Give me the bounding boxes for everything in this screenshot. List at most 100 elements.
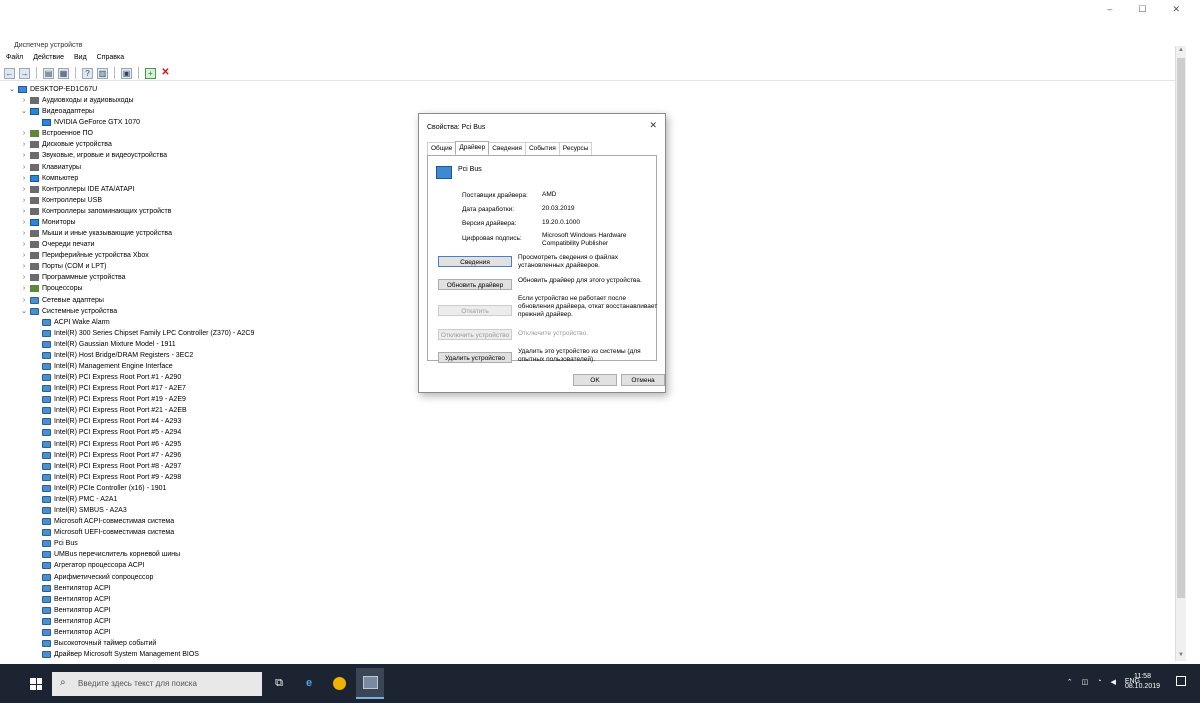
system-device-icon	[42, 374, 51, 382]
chevron-right-icon[interactable]: ›	[20, 295, 28, 306]
chevron-down-icon[interactable]: ⌄	[20, 306, 28, 317]
device-manager-taskbar-button[interactable]	[356, 668, 384, 699]
properties-icon[interactable]: ▦	[58, 67, 69, 79]
chevron-right-icon[interactable]: ›	[20, 128, 28, 139]
chevron-right-icon[interactable]: ›	[20, 283, 28, 294]
chevron-right-icon[interactable]: ›	[20, 239, 28, 250]
tree-item-label: Intel(R) PCI Express Root Port #7 - A296	[54, 451, 182, 459]
tab-details[interactable]: Сведения	[488, 142, 526, 155]
menu-file[interactable]: Файл	[6, 54, 23, 61]
close-button[interactable]: ✕	[1172, 4, 1180, 15]
tab-resources[interactable]: Ресурсы	[558, 142, 593, 155]
system-device-icon	[42, 529, 51, 537]
tree-item-label: Microsoft ACPI-совместимая система	[54, 518, 175, 526]
windows-start-icon[interactable]	[30, 678, 42, 690]
uninstall-device-button[interactable]: Удалить устройство	[438, 352, 512, 363]
scroll-thumb[interactable]	[1177, 58, 1185, 598]
tree-item-label: Intel(R) PCI Express Root Port #17 - A2E…	[54, 385, 186, 393]
chevron-right-icon[interactable]: ›	[20, 150, 28, 161]
tab-general[interactable]: Общие	[427, 142, 457, 155]
task-view-icon[interactable]: ⧉	[270, 674, 288, 692]
storage-icon	[30, 207, 39, 215]
chevron-right-icon[interactable]: ›	[20, 217, 28, 228]
computer-icon	[18, 86, 27, 93]
cancel-button[interactable]: Отмена	[621, 374, 665, 386]
driver-details-button[interactable]: Сведения	[438, 256, 512, 267]
tree-item-label: Pci Bus	[54, 540, 78, 548]
disk-icon	[30, 141, 39, 149]
scroll-up-icon[interactable]: ▲	[1177, 47, 1185, 55]
digital-signature-value: Microsoft Windows Hardware Compatibility…	[542, 232, 627, 247]
tree-item-label: Вентилятор ACPI	[54, 595, 111, 603]
tab-driver[interactable]: Драйвер	[455, 141, 490, 154]
uninstall-icon[interactable]: ✕	[160, 67, 171, 79]
menu-view[interactable]: Вид	[74, 54, 87, 61]
device-manager-icon	[363, 676, 378, 689]
taskbar-search[interactable]: ⌕ Введите здесь текст для поиска	[52, 672, 262, 696]
view-icon[interactable]: ▤	[43, 67, 54, 79]
tree-item-label: Программные устройства	[42, 274, 126, 282]
scroll-down-icon[interactable]: ▼	[1177, 652, 1185, 660]
rollback-driver-desc: Если устройство не работает после обновл…	[518, 295, 658, 318]
driver-details-desc: Просмотреть сведения о файлах установлен…	[518, 254, 618, 269]
edge-icon[interactable]: e	[300, 674, 318, 692]
volume-icon[interactable]: ◀	[1110, 678, 1115, 686]
tree-item-label: Intel(R) PMC - A2A1	[54, 495, 118, 503]
chevron-right-icon[interactable]: ›	[20, 228, 28, 239]
monitor-scan-icon[interactable]: ▣	[121, 67, 132, 79]
update-driver-button[interactable]: Обновить драйвер	[438, 279, 512, 290]
notification-icon[interactable]	[1176, 676, 1186, 686]
tree-item-label: Intel(R) SMBUS - A2A3	[54, 507, 127, 515]
show-hidden-icon[interactable]: ⌃	[1067, 678, 1073, 686]
system-device-icon	[42, 484, 51, 492]
maximize-button[interactable]: ☐	[1138, 4, 1146, 15]
chip-icon	[30, 130, 39, 138]
system-device-icon	[42, 407, 51, 415]
chevron-right-icon[interactable]: ›	[20, 195, 28, 206]
toolbar: ← → ▤ ▦ ? ▥ ▣ + ✕	[4, 66, 171, 80]
system-device-icon	[42, 507, 51, 515]
add-driver-icon[interactable]: +	[145, 67, 156, 79]
chevron-right-icon[interactable]: ›	[20, 139, 28, 150]
chevron-right-icon[interactable]: ›	[20, 173, 28, 184]
disable-device-button[interactable]: Отключить устройство	[438, 329, 512, 340]
panel-icon[interactable]: ▥	[97, 67, 108, 79]
tree-item-label: Intel(R) PCI Express Root Port #19 - A2E…	[54, 396, 186, 404]
vertical-scrollbar[interactable]: ▲ ▼	[1175, 46, 1186, 661]
ok-button[interactable]: OK	[573, 374, 617, 386]
chevron-right-icon[interactable]: ›	[20, 250, 28, 261]
wifi-icon[interactable]: ◔	[1097, 678, 1101, 686]
system-device-icon	[42, 329, 51, 337]
system-device-icon	[42, 562, 51, 570]
search-icon: ⌕	[60, 677, 66, 688]
chevron-down-icon[interactable]: ⌄	[8, 84, 16, 95]
clock[interactable]: 11:58 08.10.2019	[1125, 672, 1160, 692]
chevron-right-icon[interactable]: ›	[20, 261, 28, 272]
chevron-right-icon[interactable]: ›	[20, 184, 28, 195]
menu-help[interactable]: Справка	[97, 54, 124, 61]
chevron-right-icon[interactable]: ›	[20, 95, 28, 106]
dialog-close-icon[interactable]: ✕	[649, 120, 657, 131]
menu-action[interactable]: Действие	[33, 54, 64, 61]
chrome-icon[interactable]	[330, 674, 348, 692]
gamepad-icon	[30, 252, 39, 260]
chevron-right-icon[interactable]: ›	[20, 272, 28, 283]
chevron-right-icon[interactable]: ›	[20, 206, 28, 217]
chevron-down-icon[interactable]: ⌄	[20, 106, 28, 117]
minimize-button[interactable]: –	[1107, 4, 1112, 15]
tree-item-label: Intel(R) PCI Express Root Port #6 - A295	[54, 440, 182, 448]
tree-item-label: ACPI Wake Alarm	[54, 318, 110, 326]
rollback-driver-button[interactable]: Откатить	[438, 305, 512, 316]
chevron-right-icon[interactable]: ›	[20, 162, 28, 173]
tree-item-label: Intel(R) PCI Express Root Port #1 - A290	[54, 374, 182, 382]
menu-bar: Файл Действие Вид Справка	[6, 54, 124, 61]
tree-item-label: Контроллеры USB	[42, 196, 102, 204]
forward-arrow-icon[interactable]: →	[19, 67, 30, 79]
back-arrow-icon[interactable]: ←	[4, 67, 15, 79]
help-icon[interactable]: ?	[82, 67, 93, 79]
tree-item-label: Встроенное ПО	[42, 130, 93, 138]
tab-events[interactable]: События	[524, 142, 560, 155]
system-device-icon	[42, 440, 51, 448]
system-device-icon	[42, 429, 51, 437]
network-icon[interactable]: ◫	[1082, 678, 1089, 686]
